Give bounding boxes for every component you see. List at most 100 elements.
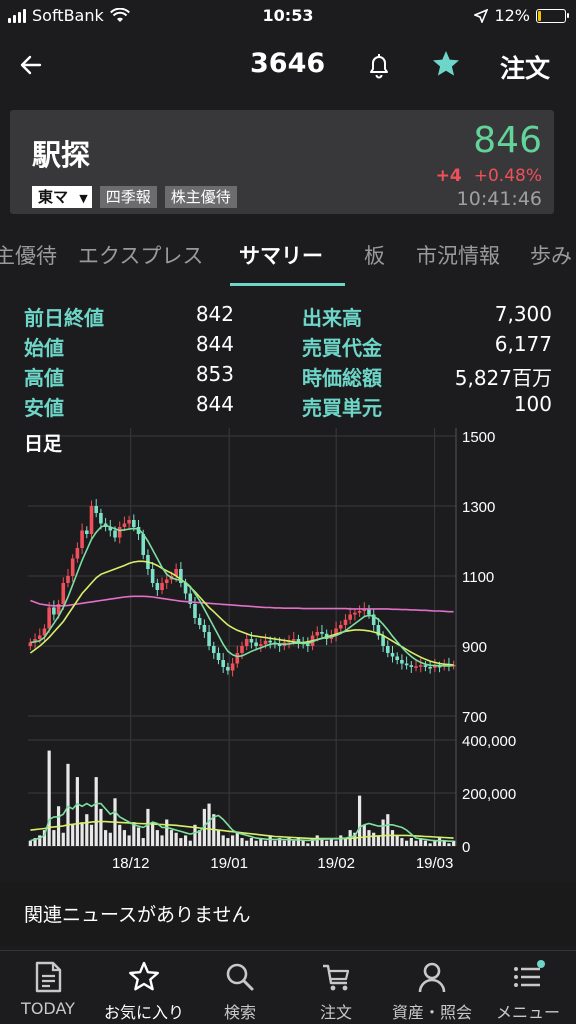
- volume-bar: [428, 843, 432, 846]
- favorite-star-icon[interactable]: [428, 46, 464, 82]
- search-icon: [226, 963, 254, 991]
- volume-bar: [207, 803, 211, 846]
- volume-tick-label: 200,000: [462, 786, 516, 803]
- shikiho-tag[interactable]: 四季報: [99, 186, 157, 208]
- candle-body: [254, 642, 258, 646]
- candle-body: [37, 635, 42, 639]
- tabbar-today[interactable]: TODAY: [0, 951, 96, 1024]
- cart-icon: [323, 964, 350, 991]
- tab-trades[interactable]: 歩み: [530, 240, 572, 270]
- volume-bar: [282, 840, 286, 846]
- star-icon: [129, 961, 159, 991]
- tabbar-label: お気に入り: [103, 1003, 184, 1022]
- market-selector[interactable]: 東マ ▼: [32, 186, 92, 208]
- bottom-tab-bar: TODAY お気に入り 検索 注文 資産・照会 メニュー: [0, 950, 576, 1024]
- volume-bar: [390, 830, 395, 846]
- stat-value: 7,300: [494, 302, 552, 326]
- price-tick-label: 900: [462, 639, 487, 656]
- location-icon: [474, 8, 489, 23]
- volume-bar: [146, 808, 150, 846]
- daily-chart[interactable]: 1500 1300 1100 900 700 400,000 200,000 0 18/12 19…: [0, 424, 576, 876]
- battery-fill: [538, 10, 542, 21]
- tab-summary[interactable]: サマリー: [239, 240, 323, 270]
- stat-label: 始値: [24, 336, 64, 360]
- tabbar-menu[interactable]: メニュー: [480, 951, 576, 1024]
- candle-body: [197, 618, 202, 625]
- volume-bar: [437, 838, 442, 846]
- volume-bar: [183, 835, 188, 846]
- candle-body: [428, 667, 432, 669]
- volume-bar: [386, 814, 390, 846]
- volume-bar: [47, 750, 51, 846]
- chart-title: 日足: [24, 433, 63, 455]
- news-section: 関連ニュースがありません: [0, 882, 576, 946]
- price-tick-label: 1300: [462, 499, 495, 516]
- stat-label: 時価総額: [302, 366, 382, 390]
- candle-body: [263, 640, 268, 645]
- tab-market-info[interactable]: 市況情報: [416, 240, 500, 270]
- price-tick-label: 700: [462, 709, 487, 726]
- candle-body: [291, 639, 296, 641]
- active-tab-indicator: [230, 283, 345, 286]
- volume-bar: [118, 824, 122, 846]
- volume-bar: [263, 840, 268, 846]
- candle-body: [113, 530, 117, 538]
- candle-body: [80, 530, 84, 548]
- bell-icon[interactable]: [362, 48, 396, 82]
- tabbar-order[interactable]: 注文: [288, 951, 384, 1024]
- volume-tick-label: 0: [462, 839, 470, 856]
- order-button[interactable]: 注文: [500, 49, 550, 85]
- volume-bar: [414, 840, 418, 846]
- candle-body: [221, 660, 225, 667]
- volume-bar: [339, 835, 343, 846]
- price-time: 10:41:46: [456, 188, 542, 210]
- tab-shareholder-benefits[interactable]: 主優待: [0, 240, 57, 270]
- candle-body: [150, 569, 155, 583]
- tabbar-search[interactable]: 検索: [192, 951, 288, 1024]
- candle-body: [230, 663, 235, 671]
- volume-bar: [99, 808, 103, 846]
- volume-bar: [108, 832, 112, 846]
- status-right: 12%: [474, 6, 569, 25]
- tabbar-favorites[interactable]: お気に入り: [96, 951, 192, 1024]
- battery-label: 12%: [494, 6, 530, 25]
- stock-name: 駅探: [32, 138, 91, 172]
- menu-icon: [514, 960, 545, 987]
- tab-board[interactable]: 板: [364, 240, 385, 270]
- volume-bar: [395, 835, 399, 846]
- candle-body: [306, 644, 310, 646]
- candle-body: [390, 653, 395, 657]
- tabbar-assets[interactable]: 資産・照会: [384, 951, 480, 1024]
- volume-bar: [400, 838, 404, 846]
- candle-body: [367, 609, 371, 615]
- candle-body: [47, 607, 51, 629]
- price-change: +4 +0.48%: [436, 166, 542, 186]
- stat-label: 安値: [24, 396, 64, 420]
- candle-body: [66, 576, 70, 583]
- candle-body: [61, 583, 66, 604]
- candle-body: [75, 548, 80, 559]
- volume-bar: [165, 819, 169, 846]
- chart-svg[interactable]: 1500 1300 1100 900 700 400,000 200,000 0 18/12 19…: [0, 424, 576, 876]
- ma-long-line: [30, 595, 454, 613]
- tab-express[interactable]: エクスプレス: [78, 240, 203, 270]
- change-value: +4: [435, 166, 462, 186]
- volume-bar: [362, 824, 366, 846]
- summary-stats: 前日終値 842 始値 844 高値 853 安値 844 出来高 7,300 …: [0, 296, 576, 426]
- dropdown-icon: ▼: [79, 192, 88, 205]
- candle-body: [357, 611, 362, 613]
- candle-body: [235, 653, 240, 664]
- candle-body: [207, 632, 211, 646]
- volume-tick-label: 400,000: [462, 733, 516, 750]
- volume-bar: [273, 840, 277, 846]
- stat-label: 出来高: [302, 306, 362, 330]
- candle-body: [249, 639, 254, 643]
- volume-bar: [151, 822, 155, 846]
- shareholder-benefit-tag[interactable]: 株主優待: [164, 186, 237, 208]
- volume-bar: [245, 840, 249, 846]
- back-arrow-icon[interactable]: [14, 48, 48, 82]
- volume-bar: [216, 830, 221, 846]
- volume-bar: [127, 835, 131, 846]
- stat-label: 高値: [24, 366, 64, 390]
- volume-bar: [268, 835, 272, 846]
